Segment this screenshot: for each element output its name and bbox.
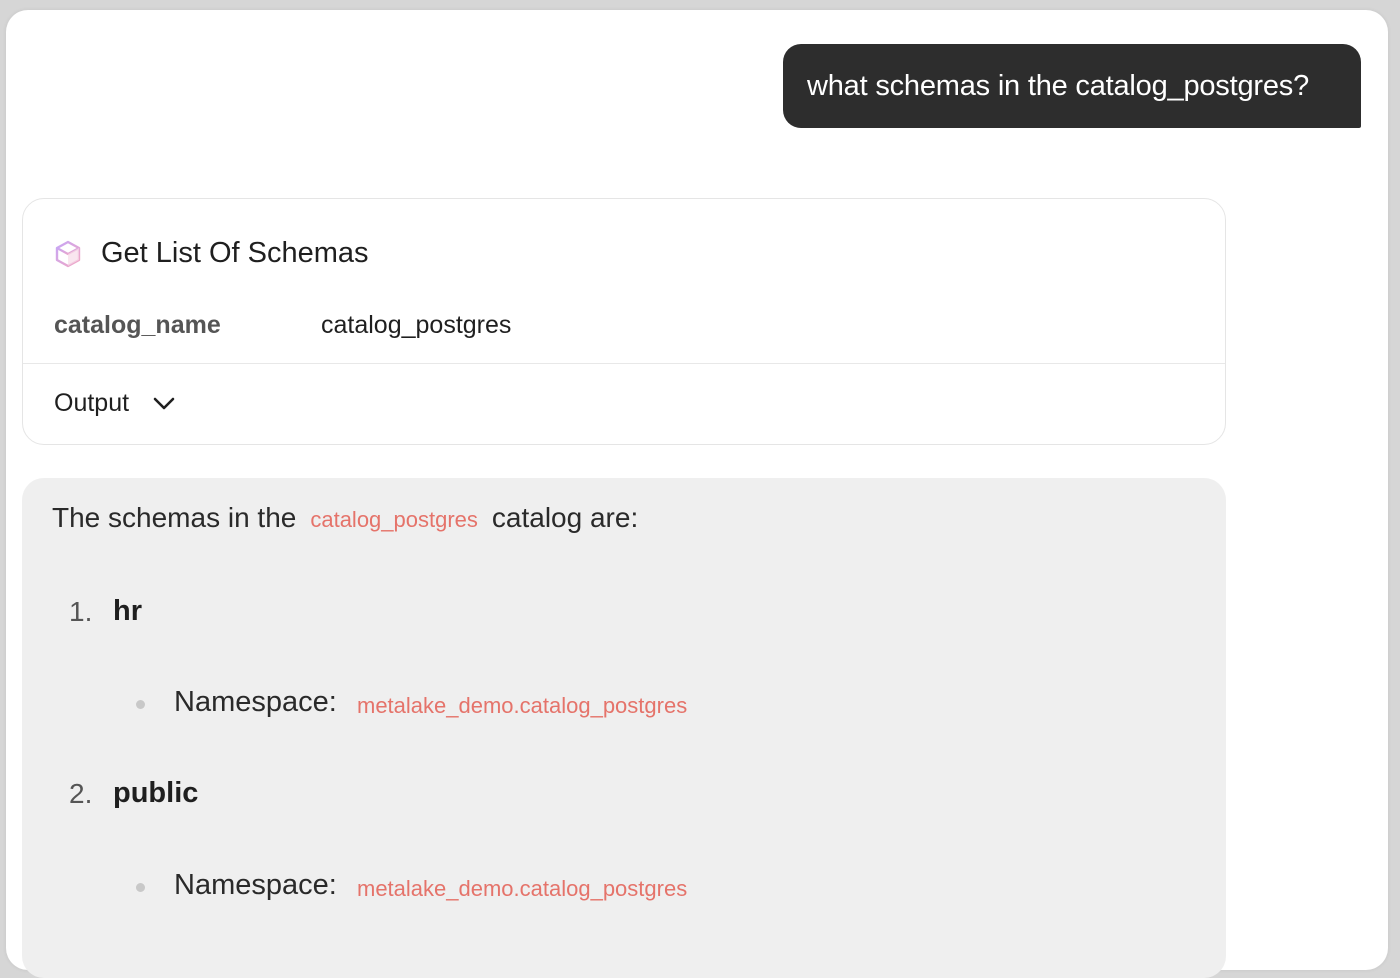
tool-call-card: Get List Of Schemas catalog_name catalog… (22, 198, 1226, 445)
namespace-value: metalake_demo.catalog_postgres (357, 693, 688, 718)
user-message-bubble: what schemas in the catalog_postgres? (783, 44, 1361, 128)
namespace-label: Namespace: (174, 686, 337, 718)
schema-name: public (113, 777, 199, 809)
schema-name: hr (113, 595, 142, 627)
user-message-text: what schemas in the catalog_postgres? (807, 69, 1310, 102)
output-label: Output (54, 389, 130, 417)
answer-intro: The schemas in the catalog_postgres cata… (52, 502, 638, 534)
cube-icon (55, 240, 81, 267)
param-value: catalog_postgres (321, 311, 512, 339)
intro-text-after: catalog are: (491, 502, 639, 533)
namespace-label: Namespace: (174, 869, 337, 901)
intro-text-before: The schemas in the (52, 502, 297, 533)
bullet-dot (136, 700, 145, 709)
output-toggle[interactable]: Output (54, 389, 177, 418)
divider (23, 363, 1225, 364)
list-item-number: 1. (69, 596, 93, 627)
namespace-value: metalake_demo.catalog_postgres (357, 876, 688, 901)
inline-code: catalog_postgres (310, 507, 478, 532)
chevron-down-icon (153, 397, 175, 409)
tool-call-header: Get List Of Schemas (53, 237, 369, 270)
chat-window: what schemas in the catalog_postgres? Ge… (6, 10, 1388, 978)
tool-call-title: Get List Of Schemas (101, 237, 369, 269)
param-key: catalog_name (54, 311, 221, 339)
bullet-dot (136, 883, 145, 892)
assistant-answer: The schemas in the catalog_postgres cata… (22, 478, 1226, 978)
list-item-number: 2. (69, 778, 93, 809)
